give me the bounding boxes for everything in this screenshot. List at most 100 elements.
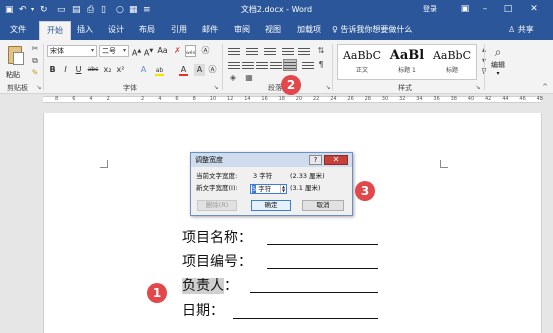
font-color-bar [179,74,188,76]
format-painter-icon[interactable]: ✎ [30,68,40,77]
spin-arrows-icon[interactable]: ▲ ▼ [280,185,286,193]
ok-button[interactable]: 确定 [251,200,291,211]
ruler-number: 16 [261,96,268,102]
help-button[interactable]: ? [309,155,322,165]
tab-mailings[interactable]: 邮件 [202,24,218,36]
tab-view[interactable]: 视图 [265,24,281,36]
maximize-icon[interactable]: □ [501,2,515,16]
superscript-button[interactable]: x² [115,64,126,76]
underline-blank [267,244,378,245]
font-size-combo[interactable]: 二号 ▾ [99,45,129,57]
bold-button[interactable]: B [47,64,58,76]
bullets-icon[interactable] [228,46,240,56]
style-heading1[interactable]: AaBl 标题 1 [385,47,429,79]
tab-references[interactable]: 引用 [171,24,187,36]
ribbon-display-icon[interactable]: ▣ [458,2,472,16]
enclose-char-icon[interactable]: Ⓐ [200,45,211,57]
ruler-number: 14 [244,96,251,102]
styles-launcher-icon[interactable]: ↘ [473,83,483,92]
title-bar: ▣ ↶ ▾ ↻ ▭ ▤ ⎙ ▯ ○ ▦ ≡ 文档2.docx - Word 登录… [0,0,553,20]
delete-button[interactable]: 删除(R) [197,200,237,211]
line-spacing-icon[interactable] [302,60,314,70]
tab-insert[interactable]: 插入 [77,24,93,36]
paste-label: 粘贴 [6,71,20,79]
doc-line-project-number[interactable]: 项目编号： [182,253,252,271]
chevron-down-icon: ▾ [122,47,126,54]
share-button[interactable]: ♙ 共享 [508,24,534,35]
ruler-number: 42 [485,96,492,102]
ruler-number: 26 [347,96,354,102]
distribute-icon[interactable] [283,59,297,71]
strikethrough-button[interactable]: abc [86,64,100,76]
callout-marker-2: 2 [281,75,301,95]
char-shading-icon[interactable]: A [194,64,205,76]
subscript-button[interactable]: x₂ [102,64,113,76]
margin-corner-mark [440,160,448,168]
font-name-combo[interactable]: 宋体 ▾ [47,45,97,57]
minimize-icon[interactable]: – [478,2,492,16]
highlight-button[interactable]: ab [154,64,165,76]
style-normal[interactable]: AaBbC 正文 [340,47,384,79]
ruler-number: 10 [209,96,217,102]
cancel-button[interactable]: 取消 [302,200,344,211]
tab-addins[interactable]: 加载项 [297,24,321,36]
char-border-icon[interactable]: Ⓐ [207,64,218,76]
login-link[interactable]: 登录 [423,4,437,14]
font-color-button[interactable]: A [178,64,189,76]
doc-line-project-name[interactable]: 项目名称： [182,229,252,247]
clear-format-icon[interactable]: ✗ [172,45,183,57]
ruler-number: 18 [278,96,285,102]
shading-icon[interactable]: ◈ [228,73,238,82]
ruler-number: 24 [330,96,337,102]
font-group-label: 字体 [123,84,137,92]
copy-icon[interactable]: ⧉ [30,56,40,65]
ruler-number: 48 [536,96,543,102]
ruler-number: 30 [381,96,389,102]
ruler-number: 38 [450,96,457,102]
phonetic-guide-icon[interactable]: wén [185,45,196,57]
italic-button[interactable]: I [60,64,71,76]
doc-line-owner[interactable]: 负责人： [182,277,238,295]
new-width-spinner[interactable]: 5 字符 ▲ ▼ [250,184,287,194]
decrease-indent-icon[interactable] [282,46,294,56]
multilevel-list-icon[interactable] [264,46,276,56]
underline-blank [267,268,378,269]
tab-home[interactable]: 开始 [39,21,71,40]
change-case-icon[interactable]: Aa [157,45,168,57]
new-width-cm: (3.1 厘米) [290,184,321,192]
underline-blank [250,292,378,293]
ruler-number: 44 [502,96,509,102]
tab-design[interactable]: 设计 [108,24,124,36]
tab-file[interactable]: 文件 [10,24,26,36]
doc-line-date[interactable]: 日期： [182,302,224,320]
borders-icon[interactable]: ▦ [244,73,254,82]
close-window-icon[interactable]: ✕ [527,2,541,16]
paste-button[interactable] [6,44,26,68]
increase-indent-icon[interactable] [298,46,310,56]
dialog-close-button[interactable]: ✕ [324,155,348,165]
editing-button[interactable]: ⌕ 编辑 ▾ [487,44,509,77]
shrink-font-icon[interactable]: A▼ [143,45,154,58]
underline-button[interactable]: U [73,64,84,76]
show-marks-icon[interactable]: ¶ [316,60,326,69]
new-width-label: 新文字宽度(I): [196,184,238,192]
tab-review[interactable]: 审阅 [234,24,250,36]
tell-me-search[interactable]: ♀ 告诉我你想要做什么 [332,24,412,35]
cut-icon[interactable]: ✂ [30,44,40,53]
style-title[interactable]: AaBbC 标题 [430,47,474,79]
ruler-number: 22 [313,96,320,102]
text-effects-icon[interactable]: A [138,64,149,76]
align-center-icon[interactable] [242,60,254,70]
grow-font-icon[interactable]: A▲ [131,45,142,58]
selected-text: 负责人 [182,278,224,294]
tab-layout[interactable]: 布局 [139,24,155,36]
font-launcher-icon[interactable]: ↘ [211,83,221,92]
collapse-ribbon-icon[interactable]: ^ [540,83,550,92]
align-right-icon[interactable] [256,60,268,70]
justify-icon[interactable] [270,60,282,70]
callout-marker-1: 1 [147,283,167,303]
document-page[interactable] [43,113,542,333]
align-left-icon[interactable] [228,60,240,70]
sort-icon[interactable]: ⇅ [316,46,326,55]
numbering-icon[interactable] [246,46,258,56]
